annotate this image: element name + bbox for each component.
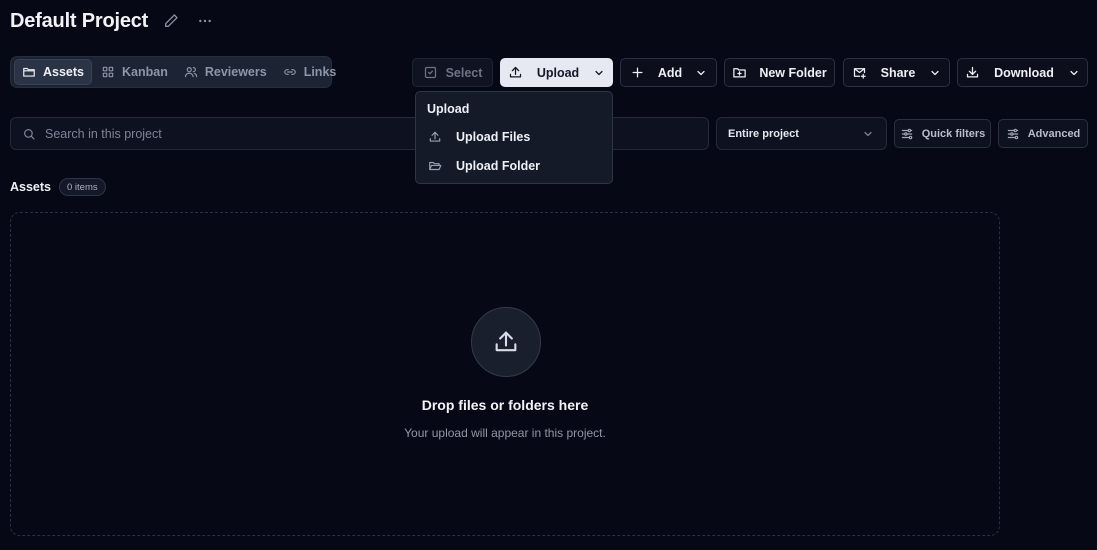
upload-menu-title: Upload <box>427 102 470 116</box>
tab-kanban-label: Kanban <box>122 65 168 79</box>
chevron-down-icon <box>595 70 603 75</box>
plus-icon <box>632 67 643 78</box>
page-title: Default Project <box>10 9 149 32</box>
add-button[interactable]: Add <box>620 58 717 87</box>
upload-files-label: Upload Files <box>456 129 531 144</box>
tab-reviewers[interactable]: Reviewers <box>177 59 274 85</box>
pencil-icon[interactable] <box>162 12 180 30</box>
upload-icon <box>429 131 441 142</box>
more-options-icon[interactable] <box>196 12 214 30</box>
chevron-down-icon <box>697 70 705 75</box>
folder-icon <box>23 67 35 77</box>
share-button[interactable]: Share <box>843 58 950 87</box>
share-button-label: Share <box>880 65 916 80</box>
folder-open-icon <box>429 161 442 170</box>
chevron-down-icon <box>931 70 939 75</box>
assets-section-header: Assets 0 items <box>10 178 106 196</box>
link-icon <box>283 69 296 75</box>
upload-files-menu-item[interactable]: Upload Files <box>416 122 612 151</box>
quick-filters-label: Quick filters <box>921 127 986 140</box>
view-tabs: Assets Kanban Reviewers Links <box>10 56 336 88</box>
select-button[interactable]: Select <box>412 58 493 87</box>
upload-icon <box>471 307 541 377</box>
mail-share-icon <box>853 68 866 79</box>
checkbox-icon <box>424 66 436 79</box>
scope-select-value: Entire project <box>728 127 799 140</box>
tab-links[interactable]: Links <box>276 59 344 85</box>
add-button-label: Add <box>657 65 683 80</box>
tab-assets-label: Assets <box>43 65 84 79</box>
advanced-filters-label: Advanced <box>1027 127 1081 140</box>
item-count-badge: 0 items <box>59 178 106 196</box>
tab-assets[interactable]: Assets <box>14 59 92 85</box>
quick-filters-button[interactable]: Quick filters <box>894 119 991 148</box>
scope-select[interactable]: Entire project <box>716 117 887 150</box>
advanced-filters-button[interactable]: Advanced <box>998 119 1088 148</box>
new-folder-button-label: New Folder <box>759 65 827 80</box>
upload-button[interactable]: Upload <box>500 58 613 87</box>
dropzone-subtitle: Your upload will appear in this project. <box>404 426 606 440</box>
new-folder-button[interactable]: New Folder <box>724 58 835 87</box>
tab-links-label: Links <box>303 65 337 79</box>
assets-section-title: Assets <box>10 180 51 194</box>
title-row: Default Project <box>10 8 214 34</box>
sliders-icon <box>1007 128 1018 139</box>
download-button-label: Download <box>994 65 1054 80</box>
tab-kanban[interactable]: Kanban <box>94 59 175 85</box>
upload-menu: Upload Upload Files Upload Folder <box>415 91 613 184</box>
download-button[interactable]: Download <box>957 58 1088 87</box>
upload-icon <box>509 66 521 78</box>
upload-dropzone[interactable]: Drop files or folders here Your upload w… <box>10 212 1000 536</box>
dropzone-title: Drop files or folders here <box>421 397 589 413</box>
upload-folder-label: Upload Folder <box>456 158 541 173</box>
users-icon <box>184 67 197 78</box>
select-button-label: Select <box>445 65 483 80</box>
grid-icon <box>102 66 114 78</box>
upload-folder-menu-item[interactable]: Upload Folder <box>416 151 612 180</box>
search-icon <box>24 128 35 140</box>
chevron-down-icon <box>1070 70 1078 75</box>
chevron-down-icon <box>864 131 872 136</box>
sliders-icon <box>901 128 912 139</box>
download-icon <box>967 66 979 78</box>
project-page: Default Project Assets Kanban Reviewers … <box>0 0 1097 550</box>
folder-plus-icon <box>733 68 747 78</box>
upload-button-label: Upload <box>536 65 580 80</box>
tab-reviewers-label: Reviewers <box>204 65 267 79</box>
